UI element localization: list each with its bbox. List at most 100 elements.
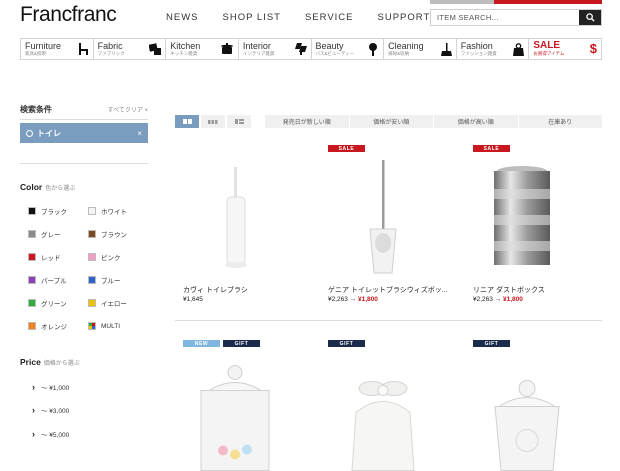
active-filter-chip[interactable]: トイレ ×	[20, 123, 148, 143]
top-accent-red	[494, 0, 602, 4]
category-kitchen[interactable]: Kitchen キッチン雑貨	[166, 39, 239, 59]
nav-support[interactable]: SUPPORT	[378, 12, 431, 23]
product-name[interactable]: ゲニア トイレットブラシウィズボッ...	[328, 285, 448, 295]
category-fabric[interactable]: Fabric ファブリック	[94, 39, 167, 59]
price-filter-item[interactable]: › 〜 ¥5,000	[32, 422, 148, 446]
color-label: ブルー	[101, 278, 121, 285]
color-label: オレンジ	[41, 324, 67, 331]
price-sale: ¥1,800	[358, 296, 378, 303]
color-label: イエロー	[101, 301, 127, 308]
nav-service[interactable]: SERVICE	[305, 12, 354, 23]
site-logo[interactable]: Francfranc	[20, 3, 117, 27]
price-regular: ¥2,263 →	[473, 296, 502, 303]
sort-in-stock[interactable]: 在庫あり	[519, 115, 603, 128]
category-cleaning[interactable]: Cleaning 掃除&収納	[384, 39, 457, 59]
color-label: グレー	[41, 232, 61, 239]
color-swatch	[28, 276, 36, 284]
product-image	[494, 380, 560, 471]
conditions-header: 検索条件 すべてクリア ×	[20, 100, 148, 120]
grid-large-icon	[182, 119, 192, 124]
price-title: Price	[20, 357, 41, 367]
category-name: SALE	[533, 40, 561, 51]
remove-filter-button[interactable]: ×	[137, 129, 142, 138]
color-filter-item[interactable]: イエロー	[88, 296, 148, 310]
color-filter-item[interactable]: グレー	[28, 227, 88, 241]
color-title: Color	[20, 182, 43, 192]
new-badge: NEW	[183, 340, 220, 347]
chevron-right-icon: ›	[32, 381, 35, 392]
color-section-title: Color 色から選ぶ	[20, 182, 148, 192]
color-swatch	[28, 299, 36, 307]
gift-badge: GIFT	[328, 340, 365, 347]
price-label: 〜 ¥3,000	[41, 408, 70, 416]
category-interior[interactable]: Interior インテリア雑貨	[239, 39, 312, 59]
category-sale[interactable]: SALE お買得アイテム $	[529, 39, 601, 59]
color-filter-item[interactable]: ブルー	[88, 273, 148, 287]
list-view-button[interactable]	[227, 115, 251, 128]
color-filter-item[interactable]: ホワイト	[88, 204, 148, 218]
price-filter-item[interactable]: › 〜 ¥1,000	[32, 375, 148, 399]
nav-shop-list[interactable]: SHOP LIST	[223, 12, 281, 23]
price-label: 〜 ¥1,000	[41, 384, 70, 392]
badge-group: SALE	[473, 145, 510, 152]
clear-all-link[interactable]: すべてクリア ×	[107, 105, 148, 114]
sort-options: 発売日が新しい順 価格が安い順 価格が高い順 在庫あり	[265, 115, 602, 128]
color-filter-item[interactable]: ピンク	[88, 250, 148, 264]
badge-group: SALE	[328, 145, 365, 152]
sort-price-low[interactable]: 価格が安い順	[350, 115, 434, 128]
chevron-right-icon: ›	[32, 428, 35, 439]
color-label: ブラック	[41, 209, 67, 216]
price-regular: ¥2,263 →	[328, 296, 357, 303]
product-price: ¥2,263 → ¥1,800	[473, 296, 523, 303]
color-label: パープル	[41, 278, 67, 285]
price-sale: ¥1,800	[503, 296, 523, 303]
gift-badge: GIFT	[473, 340, 510, 347]
sale-badge: SALE	[328, 145, 365, 152]
color-filter-item[interactable]: レッド	[28, 250, 88, 264]
gift-badge: GIFT	[223, 340, 260, 347]
category-furniture[interactable]: Furniture 家具&照明	[21, 39, 94, 59]
product-name[interactable]: リニア ダストボックス	[473, 285, 593, 295]
product-name[interactable]: カヴィ トイレブラシ	[183, 285, 303, 295]
sort-newest[interactable]: 発売日が新しい順	[265, 115, 350, 128]
product-image	[200, 365, 270, 471]
color-label: ホワイト	[101, 209, 127, 216]
product-image	[369, 160, 397, 274]
color-subtitle: 色から選ぶ	[45, 186, 76, 192]
color-filter-item[interactable]: ブラック	[28, 204, 88, 218]
search-input[interactable]	[431, 10, 579, 25]
grid-large-view-button[interactable]	[175, 115, 199, 128]
category-sub: お買得アイテム	[533, 51, 565, 56]
color-filter-item[interactable]: ブラウン	[88, 227, 148, 241]
search-box	[430, 9, 602, 26]
color-filter-item[interactable]: グリーン	[28, 296, 88, 310]
category-beauty[interactable]: Beauty バス&ビューティー	[312, 39, 385, 59]
product-image	[494, 166, 550, 265]
color-swatch	[88, 207, 96, 215]
price-subtitle: 価格から選ぶ	[43, 361, 80, 367]
sort-price-high[interactable]: 価格が高い順	[434, 115, 519, 128]
color-swatch	[28, 207, 36, 215]
product-image	[351, 381, 415, 471]
grid-medium-icon	[208, 119, 218, 124]
sort-toolbar: 発売日が新しい順 価格が安い順 価格が高い順 在庫あり	[175, 115, 602, 128]
sale-badge: SALE	[473, 145, 510, 152]
pot-icon	[220, 43, 233, 54]
grid-medium-view-button[interactable]	[201, 115, 225, 128]
color-swatch	[28, 322, 36, 330]
color-filter-item[interactable]: オレンジ	[28, 319, 88, 333]
active-filter-label: トイレ	[37, 128, 61, 138]
category-fashion[interactable]: Fashion ファッション雑貨	[457, 39, 530, 59]
bag-icon	[513, 43, 525, 56]
divider	[20, 163, 148, 164]
nav-news[interactable]: NEWS	[166, 12, 199, 23]
filter-sidebar: 検索条件 すべてクリア × トイレ × Color 色から選ぶ ブラック ホワイトグ…	[20, 100, 148, 446]
search-button[interactable]	[579, 10, 601, 25]
broom-icon	[440, 43, 452, 56]
color-filter-item[interactable]: MULTI	[88, 319, 148, 333]
top-navigation: NEWS SHOP LIST SERVICE SUPPORT	[166, 12, 454, 23]
color-filter-item[interactable]: パープル	[28, 273, 88, 287]
price-filter-item[interactable]: › 〜 ¥3,000	[32, 399, 148, 423]
color-swatch	[88, 322, 96, 330]
circle-icon	[26, 129, 33, 137]
